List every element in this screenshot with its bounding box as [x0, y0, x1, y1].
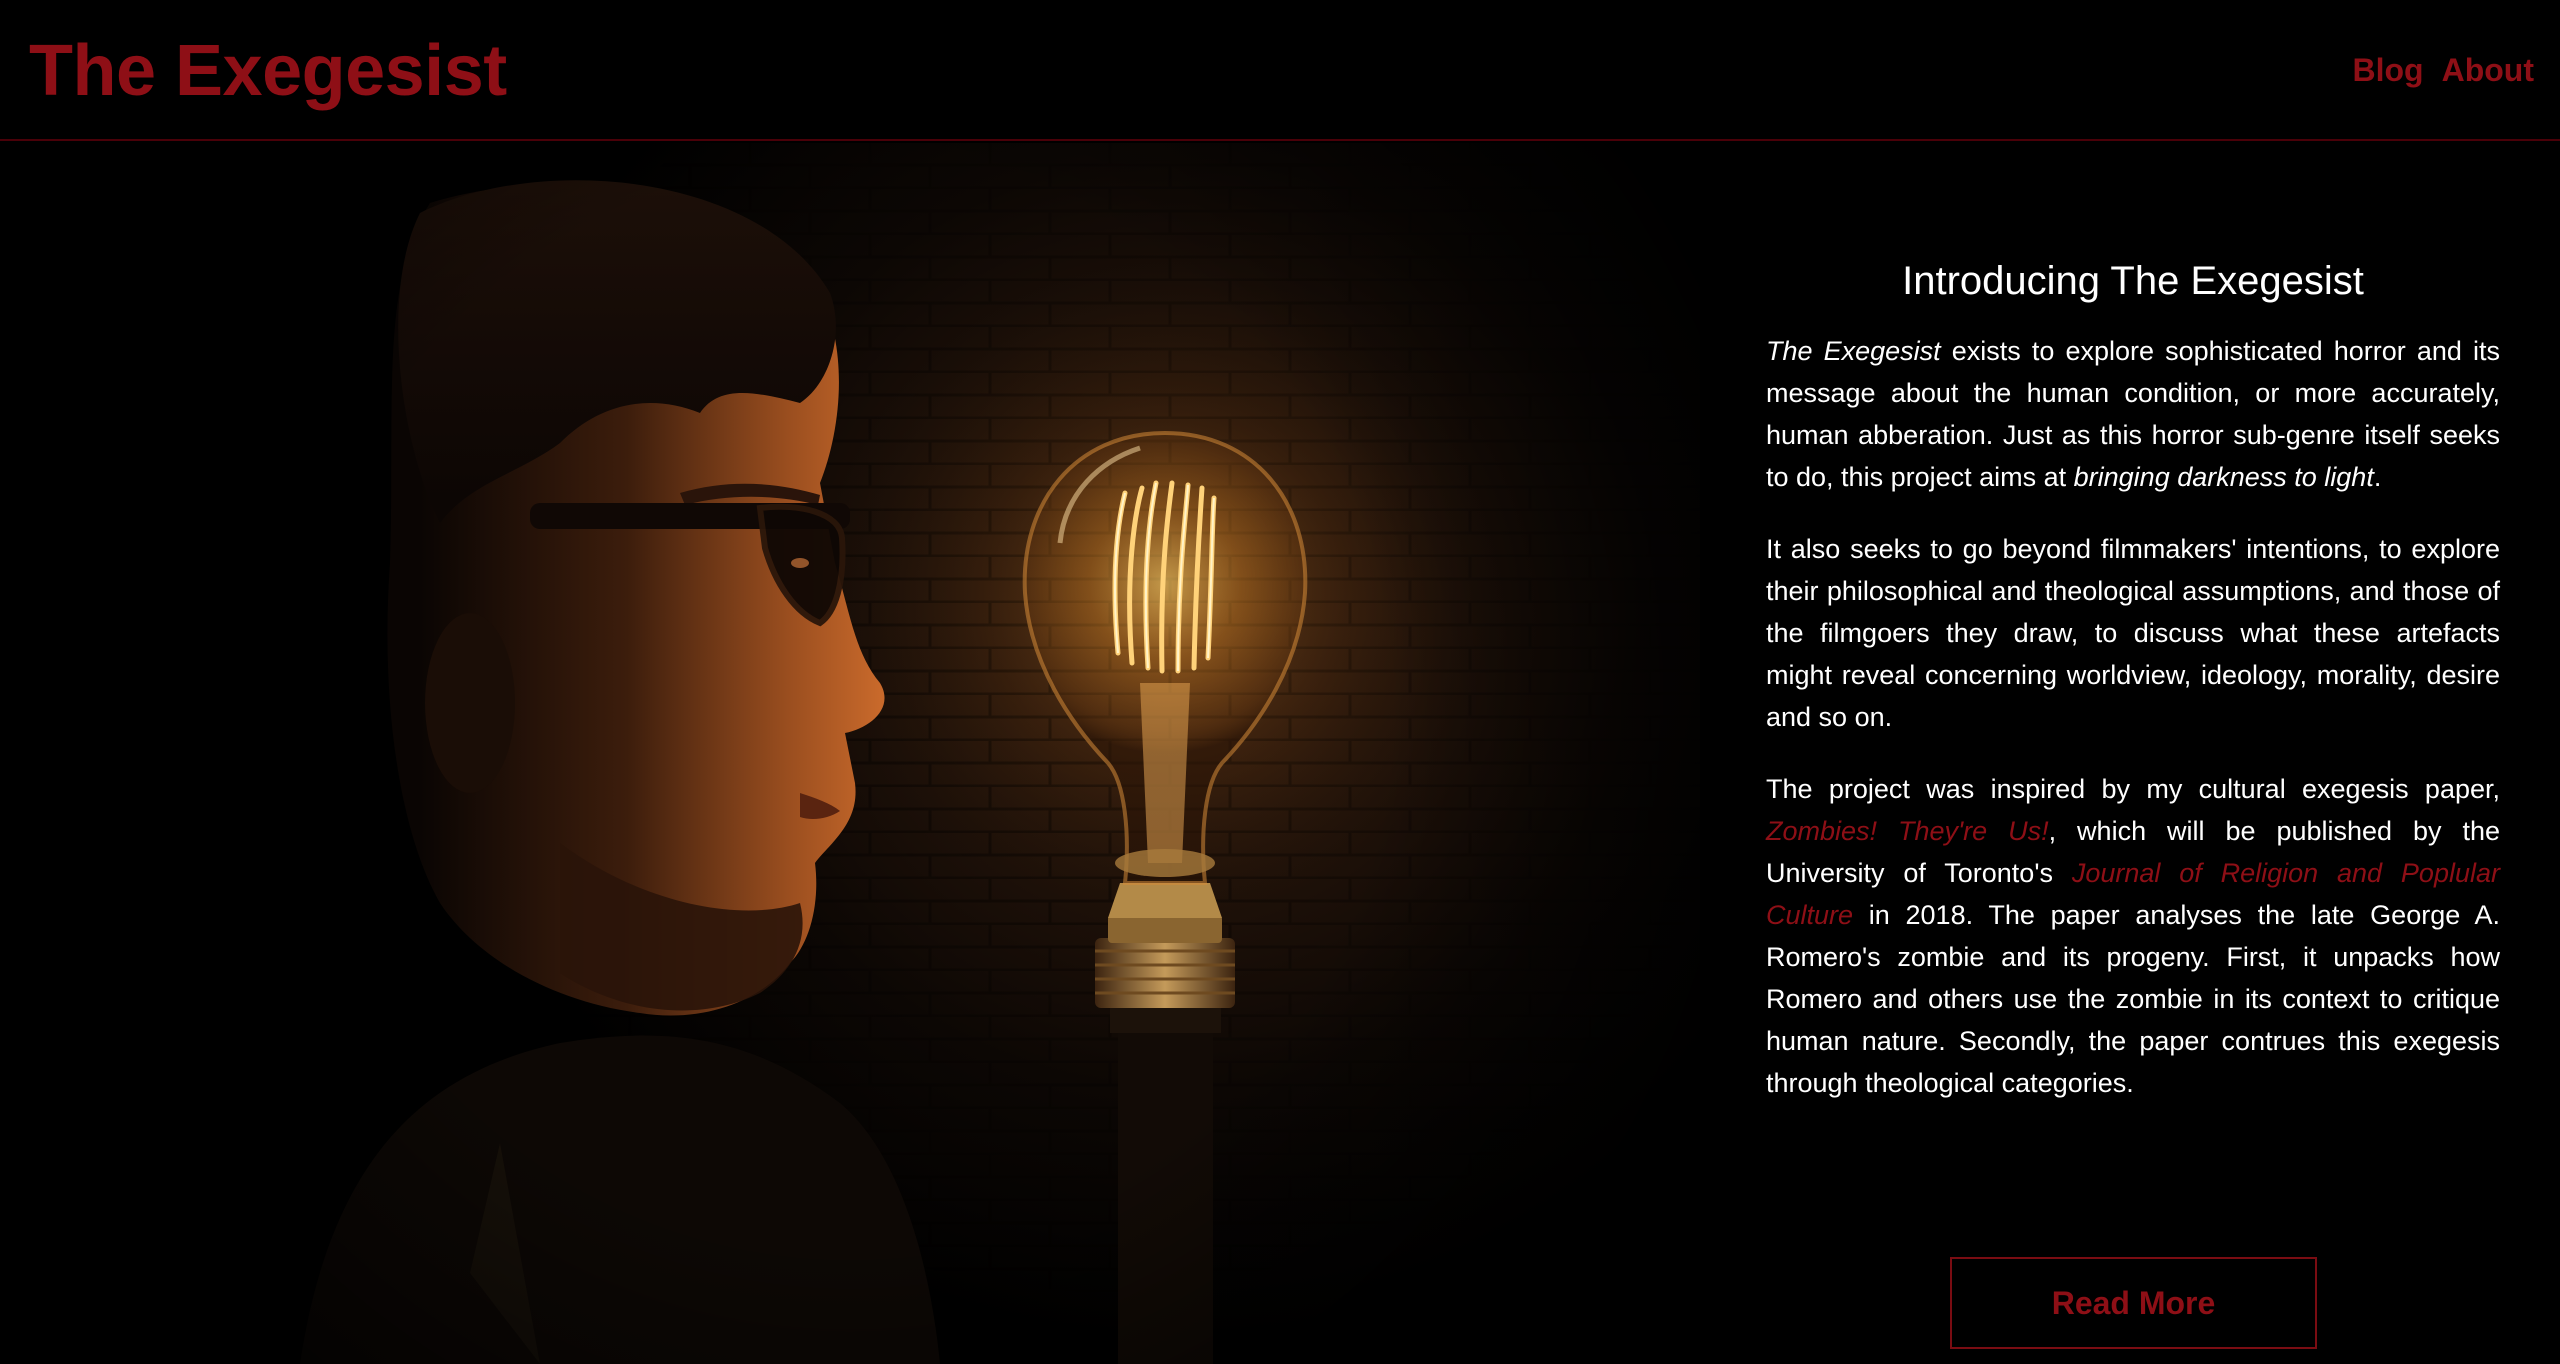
- hero-image: [0, 143, 1700, 1364]
- nav-link-blog[interactable]: Blog: [2353, 50, 2424, 90]
- intro-title-emphasis: The Exegesist: [1766, 336, 1941, 366]
- intro-paragraph-2: It also seeks to go beyond filmmakers' i…: [1766, 534, 2500, 732]
- intro-p3-text-3: in 2018. The paper analyses the late Geo…: [1766, 900, 2500, 1098]
- paper-title-link[interactable]: Zombies! They're Us!: [1766, 816, 2049, 846]
- intro-section: Introducing The Exegesist The Exegesist …: [1766, 250, 2500, 1134]
- site-title-link[interactable]: The Exegesist: [29, 28, 507, 114]
- nav-link-about[interactable]: About: [2442, 50, 2534, 90]
- hero-illustration: [0, 143, 1700, 1364]
- intro-p3-text-1: The project was inspired by my cultural …: [1766, 774, 2500, 804]
- main-nav: Blog About: [2353, 50, 2535, 90]
- intro-p1-emphasis: bringing darkness to light: [2073, 462, 2374, 492]
- intro-paragraph-3: The project was inspired by my cultural …: [1766, 768, 2500, 1104]
- intro-paragraph-1: The Exegesist exists to explore sophisti…: [1766, 330, 2500, 498]
- intro-heading: Introducing The Exegesist: [1902, 259, 2364, 303]
- site-header: The Exegesist Blog About: [0, 0, 2560, 141]
- intro-p1-text-2: .: [2373, 462, 2382, 492]
- read-more-button[interactable]: Read More: [1950, 1257, 2317, 1349]
